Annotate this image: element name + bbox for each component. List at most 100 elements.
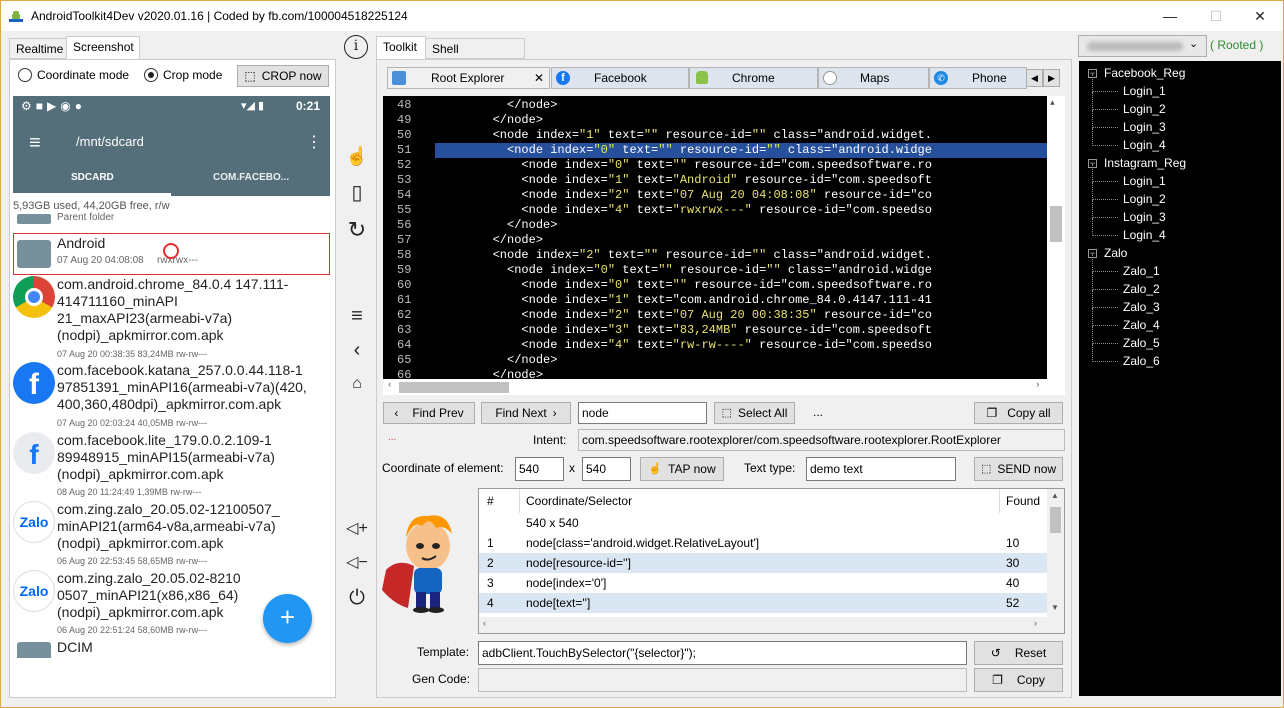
tab-realtime[interactable]: Realtime — [9, 38, 67, 59]
crop-now-button[interactable]: ⬚ CROP now — [237, 65, 329, 87]
xml-code-editor[interactable]: 48 </node> 49 </node> 50 <node index="1" t… — [383, 96, 1065, 395]
template-input[interactable]: adbClient.TouchBySelector("{selector}"); — [478, 641, 967, 665]
code-line[interactable]: </node> — [435, 218, 557, 232]
vertical-scrollbar[interactable]: ▲ — [1047, 96, 1065, 379]
tree-item[interactable]: Zalo_5 — [1123, 336, 1160, 350]
grid-header-selector[interactable]: Coordinate/Selector — [526, 489, 632, 513]
find-next-button[interactable]: Find Next › — [481, 402, 571, 424]
editor-tab-phone[interactable]: ✆ Phone — [929, 67, 1027, 89]
phone-tab-sdcard[interactable]: SDCARD — [71, 172, 114, 183]
grid-row[interactable]: 540 x 540 — [479, 513, 1047, 533]
scroll-down-icon[interactable]: ▼ — [1051, 603, 1059, 612]
tree-item[interactable]: Login_3 — [1123, 210, 1166, 224]
code-line[interactable]: <node index="0" text="" resource-id="" c… — [435, 143, 932, 157]
code-line[interactable]: <node index="3" text="83,24MB" resource-… — [435, 323, 932, 337]
editor-tab-chrome[interactable]: Chrome — [689, 67, 818, 89]
tab-scroll-left-button[interactable]: ◀ — [1026, 69, 1043, 87]
grid-vscrollbar[interactable]: ▲ ▼ — [1047, 489, 1064, 617]
grid-header-found[interactable]: Found — [1006, 489, 1040, 513]
scroll-thumb[interactable] — [1050, 206, 1062, 242]
crop-mode-radio[interactable] — [144, 68, 158, 82]
minimize-button[interactable]: — — [1147, 1, 1193, 31]
volume-down-icon[interactable]: ◁− — [344, 550, 370, 576]
scroll-right-icon[interactable]: › — [1035, 380, 1040, 390]
scroll-left-icon[interactable]: ‹ — [483, 618, 486, 628]
selector-grid[interactable]: # Coordinate/Selector Found 540 x 540 1 no… — [478, 488, 1065, 634]
rotate-screen-icon[interactable]: ▯ — [344, 180, 370, 206]
grid-row[interactable]: 1 node[class='android.widget.RelativeLayo… — [479, 533, 1047, 553]
close-tab-icon[interactable]: ✕ — [534, 68, 544, 88]
code-line[interactable]: </node> — [435, 98, 557, 112]
code-line[interactable]: <node index="0" text="" resource-id="" c… — [435, 263, 932, 277]
tab-screenshot[interactable]: Screenshot — [66, 36, 140, 60]
home-icon[interactable]: ⌂ — [344, 371, 370, 397]
code-line[interactable]: <node index="0" text="" resource-id="com… — [435, 158, 932, 172]
tree-item[interactable]: Zalo_6 — [1123, 354, 1160, 368]
grid-row[interactable]: 2 node[resource-id=''] 30 — [479, 553, 1047, 573]
scroll-thumb[interactable] — [1050, 507, 1061, 533]
find-prev-button[interactable]: ‹ Find Prev — [383, 402, 475, 424]
gen-code-field[interactable] — [478, 668, 967, 692]
text-type-input[interactable]: demo text — [806, 457, 956, 481]
tab-toolkit[interactable]: Toolkit — [376, 36, 426, 60]
grid-row[interactable]: 4 node[text=''] 52 — [479, 593, 1047, 613]
code-line[interactable]: <node index="1" text="Android" resource-… — [435, 173, 932, 187]
tab-scroll-right-button[interactable]: ▶ — [1043, 69, 1060, 87]
code-line[interactable]: <node index="0" text="" resource-id="com… — [435, 278, 932, 292]
tree-item[interactable]: Login_2 — [1123, 102, 1166, 116]
menu-icon[interactable]: ≡ — [344, 303, 370, 329]
phone-screenshot[interactable]: ⚙■▶◉● ▾◢ ▮ 0:21 ≡ /mnt/sdcard ⋮ SDCARD C… — [13, 96, 330, 658]
hscroll-thumb[interactable] — [399, 382, 509, 393]
tree-item[interactable]: Login_2 — [1123, 192, 1166, 206]
script-tree[interactable]: − Facebook_Reg Login_1 Login_2 Login_3 Login_… — [1079, 61, 1281, 696]
editor-tab-facebook[interactable]: f Facebook — [551, 67, 689, 89]
find-options-button[interactable]: ... — [813, 405, 823, 419]
grid-header-number[interactable]: # — [487, 489, 494, 513]
hamburger-icon[interactable]: ≡ — [29, 132, 41, 155]
maximize-button[interactable]: ☐ — [1193, 1, 1239, 31]
intent-field[interactable]: com.speedsoftware.rootexplorer/com.speed… — [578, 429, 1065, 451]
scroll-up-icon[interactable]: ▲ — [1050, 99, 1055, 108]
grid-hscrollbar[interactable]: ‹ › — [479, 617, 1064, 633]
tree-item[interactable]: Zalo_4 — [1123, 318, 1160, 332]
grid-row[interactable]: 3 node[index='0'] 40 — [479, 573, 1047, 593]
find-input[interactable]: node — [578, 402, 707, 424]
scroll-up-icon[interactable]: ▲ — [1051, 491, 1059, 500]
scroll-left-icon[interactable]: ‹ — [387, 380, 392, 390]
tab-shell-commands[interactable]: Shell commands — [425, 38, 525, 76]
touch-icon[interactable]: ☝ — [344, 143, 370, 169]
more-vert-icon[interactable]: ⋮ — [306, 132, 322, 152]
code-line[interactable]: <node index="2" text="07 Aug 20 04:08:08… — [435, 188, 932, 202]
editor-tab-maps[interactable]: Maps — [818, 67, 929, 89]
code-line[interactable]: <node index="2" text="07 Aug 20 00:38:35… — [435, 308, 932, 322]
editor-tab-root-explorer[interactable]: Root Explorer ✕ — [387, 67, 550, 89]
code-line[interactable]: <node index="1" text="com.android.chrome… — [435, 293, 931, 307]
phone-tab-facebook[interactable]: COM.FACEBO... — [213, 172, 289, 183]
device-select[interactable]: ⌄ — [1078, 35, 1207, 57]
tap-now-button[interactable]: ☝ TAP now — [640, 457, 724, 481]
copy-button[interactable]: ❐ Copy — [974, 668, 1063, 692]
coordinate-x-input[interactable]: 540 — [515, 457, 564, 481]
tree-item[interactable]: Login_1 — [1123, 84, 1166, 98]
tree-item[interactable]: Zalo_1 — [1123, 264, 1160, 278]
horizontal-scrollbar[interactable]: ‹ › — [383, 379, 1065, 395]
tree-item[interactable]: Login_1 — [1123, 174, 1166, 188]
tree-item[interactable]: Login_3 — [1123, 120, 1166, 134]
tree-item[interactable]: Login_4 — [1123, 228, 1166, 242]
refresh-icon[interactable]: ↻ — [344, 217, 370, 243]
power-icon[interactable]: ⏻ — [344, 585, 370, 611]
code-line[interactable]: <node index="2" text="" resource-id="" c… — [435, 248, 932, 262]
code-line[interactable]: <node index="4" text="rw-rw----" resourc… — [435, 338, 932, 352]
reset-button[interactable]: ↺ Reset — [974, 641, 1063, 665]
code-line[interactable]: <node index="1" text="" resource-id="" c… — [435, 128, 932, 142]
code-line[interactable]: </node> — [435, 113, 543, 127]
tree-item[interactable]: Zalo_3 — [1123, 300, 1160, 314]
close-button[interactable]: ✕ — [1237, 1, 1283, 31]
code-line[interactable]: </node> — [435, 353, 557, 367]
tree-item[interactable]: Login_4 — [1123, 138, 1166, 152]
coordinate-mode-radio[interactable] — [18, 68, 32, 82]
select-all-button[interactable]: ⬚ Select All — [714, 402, 795, 424]
tree-item[interactable]: Zalo_2 — [1123, 282, 1160, 296]
code-line[interactable]: <node index="4" text="rwxrwx---" resourc… — [435, 203, 932, 217]
volume-up-icon[interactable]: ◁+ — [344, 516, 370, 542]
